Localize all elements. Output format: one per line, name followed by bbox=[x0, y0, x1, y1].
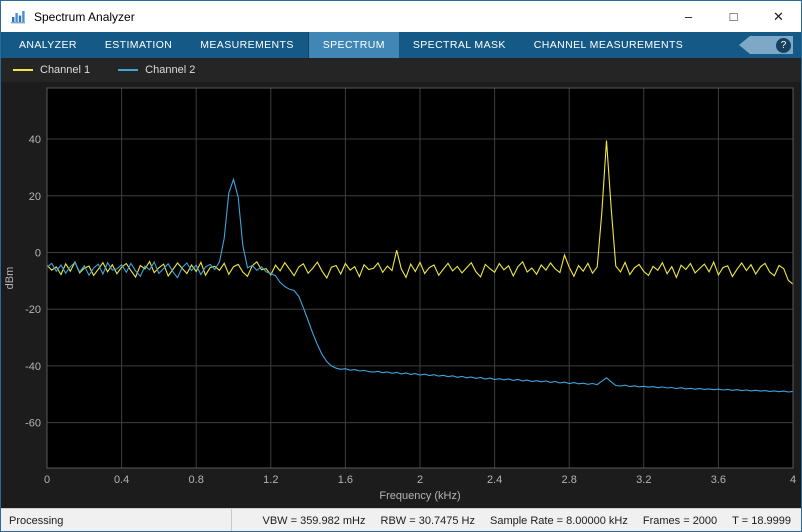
x-tick-label: 2.4 bbox=[487, 474, 502, 486]
x-tick-label: 1.6 bbox=[338, 474, 353, 486]
x-tick-label: 2.8 bbox=[562, 474, 577, 486]
x-tick-label: 3.6 bbox=[711, 474, 726, 486]
x-tick-label: 0.8 bbox=[189, 474, 204, 486]
status-metric: RBW = 30.7475 Hz bbox=[380, 514, 475, 527]
x-tick-label: 0 bbox=[44, 474, 50, 486]
legend-label: Channel 2 bbox=[145, 64, 196, 76]
legend: Channel 1 Channel 2 bbox=[1, 58, 801, 82]
y-tick-label: 20 bbox=[29, 191, 41, 203]
toolstrip-tab-bar: ANALYZER ESTIMATION MEASUREMENTS SPECTRUM SP… bbox=[1, 32, 801, 58]
help-area: ? bbox=[739, 32, 801, 58]
status-metric: VBW = 359.982 mHz bbox=[262, 514, 366, 527]
legend-label: Channel 1 bbox=[40, 64, 91, 76]
legend-line-swatch bbox=[118, 69, 139, 71]
tab-estimation[interactable]: ESTIMATION bbox=[91, 32, 186, 58]
x-tick-label: 3.2 bbox=[636, 474, 651, 486]
y-tick-label: -40 bbox=[25, 361, 41, 373]
y-axis-label: dBm bbox=[4, 267, 16, 290]
title-bar[interactable]: Spectrum Analyzer – □ ✕ bbox=[1, 1, 801, 32]
legend-item-channel-2[interactable]: Channel 2 bbox=[118, 64, 195, 76]
x-tick-label: 4 bbox=[790, 474, 796, 486]
status-metric: Frames = 2000 bbox=[642, 514, 718, 527]
status-bar: Processing VBW = 359.982 mHz RBW = 30.747… bbox=[1, 508, 801, 531]
minimize-button[interactable]: – bbox=[666, 1, 711, 32]
legend-item-channel-1[interactable]: Channel 1 bbox=[13, 64, 90, 76]
x-tick-label: 2 bbox=[417, 474, 423, 486]
x-axis-label: Frequency (kHz) bbox=[379, 490, 460, 502]
maximize-button[interactable]: □ bbox=[711, 1, 756, 32]
app-icon bbox=[10, 9, 26, 25]
close-button[interactable]: ✕ bbox=[756, 1, 801, 32]
window-controls: – □ ✕ bbox=[666, 1, 801, 32]
status-metric: T = 18.9999 bbox=[732, 514, 791, 527]
help-icon[interactable]: ? bbox=[776, 37, 791, 53]
legend-line-swatch bbox=[13, 69, 33, 71]
y-tick-label: 40 bbox=[29, 134, 41, 146]
y-tick-label: -20 bbox=[25, 304, 41, 316]
x-tick-label: 1.2 bbox=[263, 474, 278, 486]
spectrum-analyzer-window: Spectrum Analyzer – □ ✕ ANALYZER ESTIMATI… bbox=[0, 0, 802, 532]
x-tick-label: 0.4 bbox=[114, 474, 129, 486]
tab-measurements[interactable]: MEASUREMENTS bbox=[186, 32, 307, 58]
toolstrip-collapse-tag[interactable]: ? bbox=[739, 36, 793, 54]
status-metric: Sample Rate = 8.00000 kHz bbox=[489, 514, 628, 527]
tab-spectral-mask[interactable]: SPECTRAL MASK bbox=[399, 32, 520, 58]
status-metrics: VBW = 359.982 mHz RBW = 30.7475 Hz Sample … bbox=[262, 515, 801, 527]
y-tick-label: -60 bbox=[25, 418, 41, 430]
spectrum-plot[interactable]: 0 0.4 0.8 1.2 1.6 2 2.4 2.8 3.2 3.6 4 -60 -40 -20 0 20 4… bbox=[1, 82, 801, 508]
help-label: ? bbox=[780, 39, 787, 51]
window-title: Spectrum Analyzer bbox=[34, 9, 135, 24]
tab-channel-measurements[interactable]: CHANNEL MEASUREMENTS bbox=[520, 32, 697, 58]
tab-analyzer[interactable]: ANALYZER bbox=[5, 32, 91, 58]
status-message: Processing bbox=[1, 509, 232, 531]
y-tick-label: 0 bbox=[35, 247, 41, 259]
scope-area: Channel 1 Channel 2 0 0.4 0.8 1.2 1.6 2 2.4 2.8 3… bbox=[1, 58, 801, 508]
spectrum-plot-canvas[interactable]: 0 0.4 0.8 1.2 1.6 2 2.4 2.8 3.2 3.6 4 -60 -40 -20 0 20 4… bbox=[1, 82, 802, 508]
tab-spectrum[interactable]: SPECTRUM bbox=[307, 32, 399, 58]
